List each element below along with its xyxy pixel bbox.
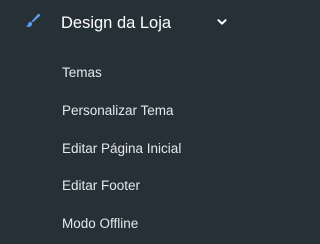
submenu-item-editar-pagina-inicial[interactable]: Editar Página Inicial [0,132,260,166]
design-da-loja-menu: Design da Loja Temas Personalizar Tema E… [0,0,260,244]
submenu-item-label: Personalizar Tema [62,103,174,118]
submenu-item-label: Editar Página Inicial [62,141,182,156]
submenu-item-modo-offline[interactable]: Modo Offline [0,207,260,241]
design-da-loja-menu-header[interactable]: Design da Loja [0,0,260,46]
chevron-down-icon[interactable] [216,16,228,28]
submenu-item-label: Editar Footer [62,178,141,193]
paint-brush-icon [25,13,41,29]
submenu-item-personalizar-tema[interactable]: Personalizar Tema [0,94,260,128]
submenu-item-editar-footer[interactable]: Editar Footer [0,169,260,203]
submenu-item-temas[interactable]: Temas [0,56,260,90]
submenu-item-label: Temas [62,65,102,80]
menu-title: Design da Loja [61,14,172,32]
design-da-loja-submenu: Temas Personalizar Tema Editar Página In… [0,46,260,244]
submenu-item-label: Modo Offline [62,216,139,231]
